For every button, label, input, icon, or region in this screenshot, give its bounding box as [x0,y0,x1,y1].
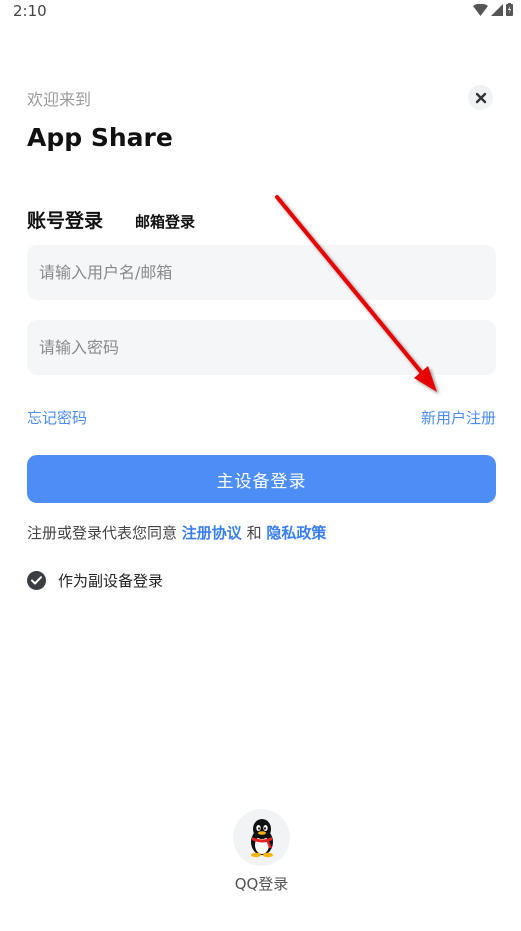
password-input[interactable] [27,320,496,375]
primary-device-login-button[interactable]: 主设备登录 [27,455,496,503]
status-time: 2:10 [13,2,47,20]
agreement-text: 注册或登录代表您同意 注册协议 和 隐私政策 [27,522,326,543]
terms-link[interactable]: 注册协议 [182,522,242,543]
username-input[interactable] [27,245,496,300]
wifi-icon [473,3,488,16]
secondary-device-toggle[interactable]: 作为副设备登录 [27,570,163,591]
qq-login-label: QQ登录 [234,875,289,893]
app-title: App Share [27,123,173,152]
battery-icon [506,3,513,16]
check-circle-icon[interactable] [27,571,46,590]
secondary-device-label: 作为副设备登录 [58,572,164,590]
tab-email-login[interactable]: 邮箱登录 [135,211,195,232]
forgot-password-link[interactable]: 忘记密码 [27,407,87,428]
status-bar: 2:10 [0,0,521,24]
signal-icon [491,3,503,16]
agreement-and: 和 [241,524,267,542]
close-icon [475,92,486,103]
new-user-register-link[interactable]: 新用户注册 [421,407,496,428]
agreement-prefix: 注册或登录代表您同意 [27,524,182,542]
status-icons [473,3,513,16]
qq-penguin-icon [250,818,273,857]
welcome-text: 欢迎来到 [27,90,92,109]
close-button[interactable] [468,85,493,110]
privacy-link[interactable]: 隐私政策 [266,522,326,543]
tab-account-login[interactable]: 账号登录 [27,206,103,233]
qq-login-button[interactable] [233,809,290,866]
